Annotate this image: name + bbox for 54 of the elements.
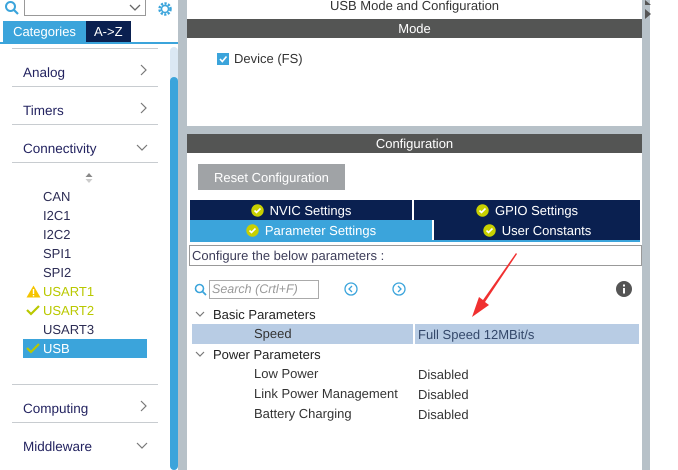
peripheral-item[interactable]: I2C1 (23, 206, 147, 225)
annotation-arrow (470, 252, 518, 318)
chevron-right-icon (140, 64, 148, 76)
parameter-row[interactable]: Battery Charging Disabled (192, 404, 639, 424)
category-header[interactable]: Middleware (12, 422, 158, 460)
category-header[interactable]: Timers (12, 86, 158, 124)
parameter-group[interactable]: Basic Parameters (192, 304, 639, 324)
category-header[interactable]: Connectivity (12, 124, 158, 162)
peripheral-item[interactable]: USART3 (23, 320, 147, 339)
chevron-down-icon (136, 442, 148, 450)
peripheral-item[interactable]: CAN (23, 187, 147, 206)
check-circle-icon (246, 224, 259, 236)
chevron-down-icon (195, 310, 205, 318)
peripheral-item[interactable]: SPI2 (23, 263, 147, 282)
settings-icon[interactable] (156, 0, 174, 18)
check-circle-icon (476, 204, 489, 216)
previous-icon[interactable] (344, 282, 358, 296)
parameter-group[interactable]: Power Parameters (192, 344, 639, 364)
sort-icon[interactable] (85, 172, 93, 184)
chevron-down-icon (195, 350, 205, 358)
category-header[interactable]: Computing (12, 384, 158, 422)
settings-tab[interactable]: User Constants (434, 220, 640, 240)
next-icon[interactable] (392, 282, 406, 296)
search-icon (194, 282, 207, 296)
collapse-icon[interactable] (645, 0, 652, 22)
parameter-row[interactable]: Speed Full Speed 12MBit/s (192, 324, 639, 344)
check-circle-icon (250, 204, 264, 216)
check-icon (26, 343, 40, 354)
peripheral-item[interactable]: SPI1 (23, 244, 147, 263)
search-field[interactable]: Search (Crtl+F) (209, 280, 319, 298)
section-header: Mode (187, 19, 642, 38)
hint-text: Configure the below parameters : (189, 245, 642, 266)
search-icon[interactable] (4, 0, 20, 16)
chevron-down-icon (136, 144, 148, 152)
settings-tab[interactable]: GPIO Settings (414, 200, 640, 220)
parameter-row[interactable]: Link Power Management Disabled (192, 384, 639, 404)
chevron-down-icon (129, 4, 141, 12)
peripheral-item[interactable]: I2C2 (23, 225, 147, 244)
scrollbar[interactable] (170, 47, 178, 470)
chevron-right-icon (140, 400, 148, 412)
category-tab[interactable]: A->Z (86, 21, 131, 42)
checkbox[interactable] (217, 52, 229, 64)
check-icon (26, 305, 40, 316)
warning-icon (26, 285, 40, 298)
section-header: Configuration (187, 134, 642, 153)
category-header[interactable]: Analog (12, 48, 158, 86)
check-circle-icon (482, 224, 496, 236)
panel-title: USB Mode and Configuration (328, 0, 500, 15)
chevron-right-icon (140, 102, 148, 114)
info-icon[interactable] (616, 281, 632, 297)
checkbox-label: Device (FS) (234, 51, 303, 66)
settings-tab[interactable]: NVIC Settings (190, 200, 412, 220)
search-dropdown[interactable] (24, 0, 146, 16)
parameter-row[interactable]: Low Power Disabled (192, 364, 639, 384)
